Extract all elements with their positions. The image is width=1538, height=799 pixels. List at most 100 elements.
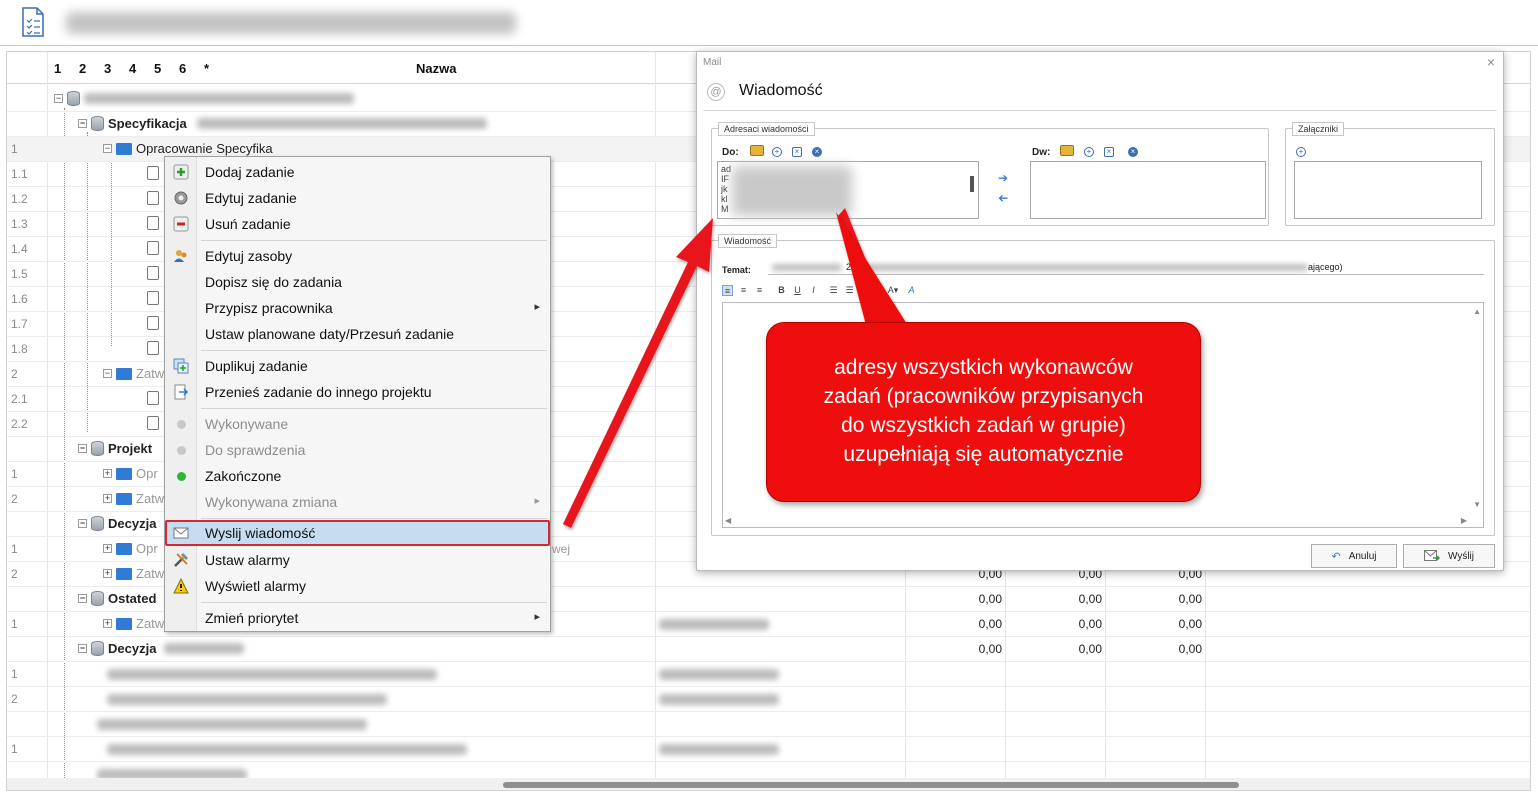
expand-icon[interactable]: + xyxy=(103,544,112,553)
gear-icon xyxy=(174,191,188,205)
row-label: Zatw xyxy=(136,366,165,381)
menu-item-change-priority[interactable]: Zmień priorytet ▸ xyxy=(165,605,550,631)
bold-icon[interactable]: B xyxy=(776,285,787,296)
collapse-icon[interactable]: − xyxy=(78,444,87,453)
menu-item-send-message[interactable]: Wyslij wiadomość xyxy=(165,520,550,546)
recipients-legend: Adresaci wiadomości xyxy=(718,122,815,136)
table-row[interactable]: 2 xyxy=(7,687,1530,712)
recipient-line[interactable]: IF xyxy=(721,174,729,184)
table-row[interactable]: − Decyzja 0,00 0,00 0,00 xyxy=(7,637,1530,662)
expand-icon[interactable]: + xyxy=(103,469,112,478)
expand-icon[interactable]: + xyxy=(103,619,112,628)
move-left-icon[interactable]: ➔ xyxy=(998,191,1008,205)
collapse-icon[interactable]: − xyxy=(103,369,112,378)
menu-item-show-alarms[interactable]: Wyświetl alarmy xyxy=(165,573,550,599)
scroll-up-icon[interactable]: ▲ xyxy=(1473,307,1481,316)
table-row[interactable]: 1 xyxy=(7,662,1530,687)
expand-icon[interactable]: + xyxy=(103,494,112,503)
to-recipients-list[interactable]: ad IF jk kl M xyxy=(717,161,979,219)
recipient-line[interactable]: ad xyxy=(721,164,731,174)
col-5[interactable]: 5 xyxy=(154,61,161,76)
add-icon[interactable]: + xyxy=(1084,147,1094,157)
add-icon[interactable]: + xyxy=(772,147,782,157)
menu-item-status-done[interactable]: Zakończone xyxy=(165,463,550,489)
recipient-line[interactable]: kl xyxy=(721,194,728,204)
table-row[interactable] xyxy=(7,712,1530,737)
menu-item-add-task[interactable]: Dodaj zadanie xyxy=(165,159,550,185)
collapse-icon[interactable]: − xyxy=(78,519,87,528)
collapse-icon[interactable]: − xyxy=(54,94,63,103)
scroll-right-icon[interactable]: ▶ xyxy=(1461,516,1467,525)
col-2[interactable]: 2 xyxy=(79,61,86,76)
align-center-icon[interactable]: ≡ xyxy=(738,285,749,296)
callout-line: do wszystkich zadań w grupie) xyxy=(841,414,1126,437)
menu-item-set-alarms[interactable]: Ustaw alarmy xyxy=(165,547,550,573)
menu-item-move-task[interactable]: Przenieś zadanie do innego projektu xyxy=(165,379,550,405)
subject-fragment: 24 xyxy=(846,262,857,272)
col-3[interactable]: 3 xyxy=(104,61,111,76)
bullet-list-icon[interactable]: ☰ xyxy=(828,285,839,296)
col-4[interactable]: 4 xyxy=(129,61,136,76)
cc-recipients-list[interactable] xyxy=(1030,161,1266,219)
col-star[interactable]: * xyxy=(204,61,209,76)
row-blurred xyxy=(107,669,437,680)
add-attachment-icon[interactable]: + xyxy=(1296,147,1306,157)
horizontal-scrollbar[interactable] xyxy=(7,778,1530,790)
menu-item-set-dates[interactable]: Ustaw planowane daty/Przesuń zadanie xyxy=(165,321,550,347)
clear-format-icon[interactable]: A xyxy=(906,285,917,296)
folder-icon xyxy=(116,492,132,505)
cancel-button[interactable]: ↶ Anuluj xyxy=(1311,544,1397,568)
menu-item-edit-task[interactable]: Edytuj zadanie xyxy=(165,185,550,211)
menu-item-delete-task[interactable]: Usuń zadanie xyxy=(165,211,550,237)
recipient-line[interactable]: M xyxy=(721,204,729,214)
collapse-icon[interactable]: − xyxy=(103,144,112,153)
address-book-icon[interactable] xyxy=(1060,145,1074,156)
scroll-left-icon[interactable]: ◀ xyxy=(725,516,731,525)
address-book-icon[interactable] xyxy=(750,145,764,156)
underline-icon[interactable]: U xyxy=(792,285,803,296)
remove-icon[interactable]: × xyxy=(792,147,802,157)
dialog-heading: Wiadomość xyxy=(739,82,823,99)
scroll-down-icon[interactable]: ▼ xyxy=(1473,500,1481,509)
value-cell: 0,00 xyxy=(1078,617,1102,631)
list-scrollbar[interactable] xyxy=(970,176,974,192)
scrollbar-thumb[interactable] xyxy=(503,782,1239,788)
menu-item-status-change[interactable]: Wykonywana zmiana ▸ xyxy=(165,489,550,515)
col-nazwa[interactable]: Nazwa xyxy=(416,61,456,76)
collapse-icon[interactable]: − xyxy=(78,119,87,128)
close-icon[interactable]: × xyxy=(1487,54,1495,70)
remove-icon[interactable]: × xyxy=(1104,147,1114,157)
move-right-icon[interactable]: ➔ xyxy=(998,171,1008,185)
context-menu: Dodaj zadanie Edytuj zadanie Usuń zadani… xyxy=(164,156,551,632)
row-number: 2 xyxy=(11,492,18,506)
value-cell: 0,00 xyxy=(978,592,1002,606)
menu-item-assign-employee[interactable]: Przypisz pracownika ▸ xyxy=(165,295,550,321)
indent-icon[interactable]: ⇥ xyxy=(872,285,883,296)
font-color-icon[interactable]: A▾ xyxy=(884,285,902,296)
align-right-icon[interactable]: ≡ xyxy=(754,285,765,296)
menu-item-label: Wykonywane xyxy=(205,416,289,432)
menu-item-edit-resources[interactable]: Edytuj zasoby xyxy=(165,243,550,269)
clipboard-icon xyxy=(147,191,159,205)
collapse-icon[interactable]: − xyxy=(78,594,87,603)
attachments-list[interactable] xyxy=(1294,161,1482,219)
clear-icon[interactable]: × xyxy=(812,147,822,157)
align-left-icon[interactable]: ≡ xyxy=(722,285,733,296)
italic-icon[interactable]: I xyxy=(808,285,819,296)
menu-item-join-task[interactable]: Dopisz się do zadania xyxy=(165,269,550,295)
table-row[interactable]: 1 xyxy=(7,737,1530,762)
cell-blurred xyxy=(659,744,779,755)
recipient-line[interactable]: jk xyxy=(721,184,728,194)
subject-field[interactable]: 24 p ającego) xyxy=(768,261,1484,275)
numbered-list-icon[interactable]: ☰ xyxy=(844,285,855,296)
expand-icon[interactable]: + xyxy=(103,569,112,578)
clear-icon[interactable]: × xyxy=(1128,147,1138,157)
menu-item-duplicate-task[interactable]: Duplikuj zadanie xyxy=(165,353,550,379)
menu-item-status-in-progress[interactable]: Wykonywane xyxy=(165,411,550,437)
col-1[interactable]: 1 xyxy=(54,61,61,76)
collapse-icon[interactable]: − xyxy=(78,644,87,653)
menu-item-status-review[interactable]: Do sprawdzenia xyxy=(165,437,550,463)
menu-item-label: Przenieś zadanie do innego projektu xyxy=(205,384,432,400)
col-6[interactable]: 6 xyxy=(179,61,186,76)
send-button[interactable]: Wyślij xyxy=(1403,544,1495,568)
